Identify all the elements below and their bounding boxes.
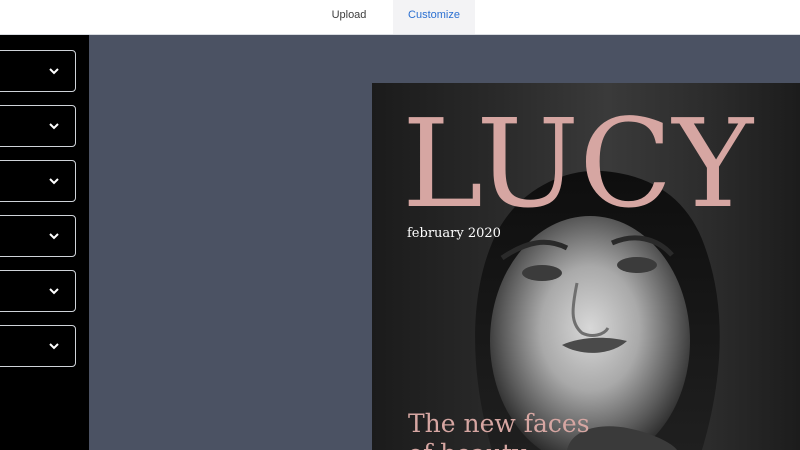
sidebar-dropdown-1[interactable] <box>0 50 76 92</box>
chevron-down-icon <box>49 343 59 350</box>
tab-customize[interactable]: Customize <box>393 0 475 34</box>
sidebar-dropdown-6[interactable] <box>0 325 76 367</box>
cover-title: LUCY <box>402 93 754 235</box>
cover-headline: The new faces of beauty <box>408 409 590 450</box>
tab-upload[interactable]: Upload <box>318 0 380 34</box>
cover-date: february 2020 <box>407 226 501 241</box>
chevron-down-icon <box>49 123 59 130</box>
chevron-down-icon <box>49 233 59 240</box>
chevron-down-icon <box>49 178 59 185</box>
sidebar-dropdown-5[interactable] <box>0 270 76 312</box>
top-bar: Upload Customize <box>0 0 800 35</box>
sidebar <box>0 35 89 450</box>
chevron-down-icon <box>49 288 59 295</box>
sidebar-dropdown-3[interactable] <box>0 160 76 202</box>
magazine-cover[interactable]: LUCY february 2020 The new faces of beau… <box>372 83 800 450</box>
chevron-down-icon <box>49 68 59 75</box>
sidebar-dropdown-2[interactable] <box>0 105 76 147</box>
cover-headline-line-2: of beauty <box>408 439 590 450</box>
sidebar-dropdown-4[interactable] <box>0 215 76 257</box>
cover-headline-line-1: The new faces <box>408 409 590 438</box>
